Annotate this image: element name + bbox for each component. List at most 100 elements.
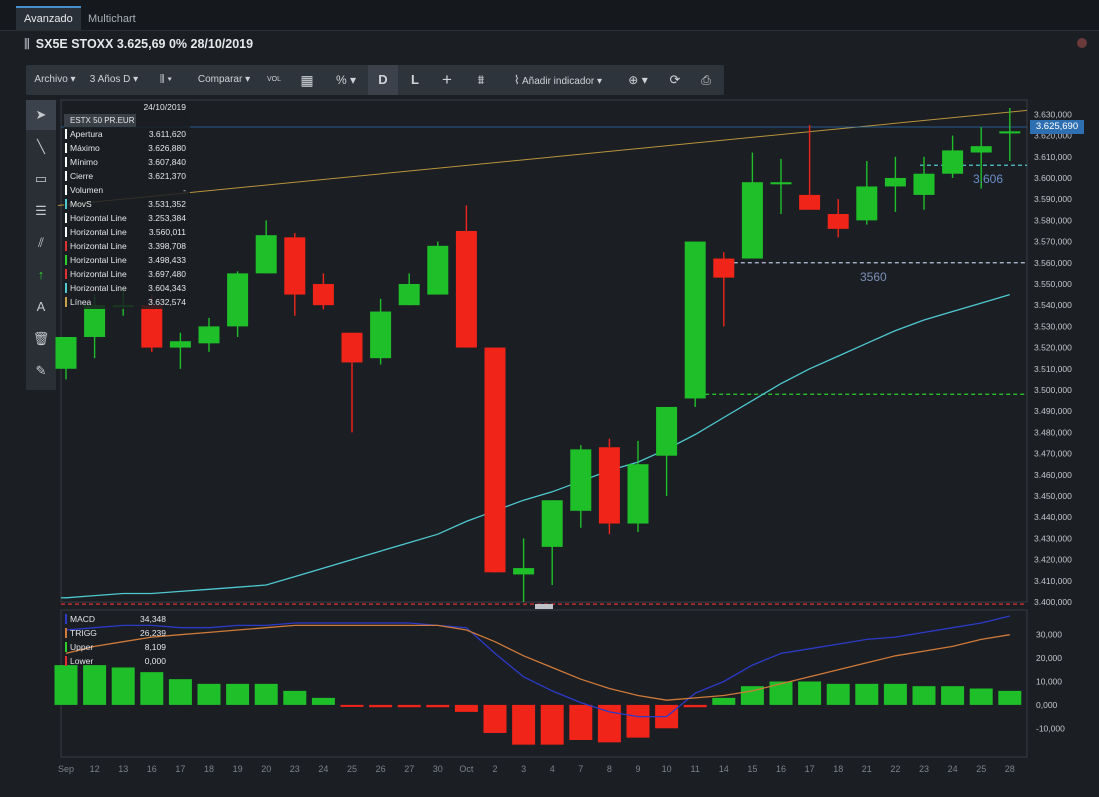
macd-histogram-bar [855,683,879,705]
x-tick-label: 19 [233,764,243,774]
macd-row: Upper 8,109 [64,640,168,654]
y-tick-label: 3.470,000 [1034,449,1072,459]
candle-body [627,464,649,524]
macd-row-label: Upper [70,642,94,652]
pane-splitter-handle [535,604,553,609]
y-tick-label: 3.560,000 [1034,258,1072,268]
macd-histogram-bar [540,704,564,745]
info-row: Horizontal Line 3.398,708 [64,239,190,253]
series-color-swatch [65,171,67,181]
info-row: MovS 3.531,352 [64,197,190,211]
x-tick-label: 23 [290,764,300,774]
y-tick-label: 3.540,000 [1034,300,1072,310]
series-color-swatch [65,185,67,195]
candle-body [913,173,935,195]
info-row-label: Horizontal Line [70,255,127,265]
candle-body [713,258,735,278]
info-row-value: 3.607,840 [148,157,186,167]
y-tick-label: 3.420,000 [1034,555,1072,565]
x-tick-label: 28 [1005,764,1015,774]
series-color-swatch [65,199,67,209]
x-tick-label: Oct [459,764,474,774]
y-tick-label: 3.610,000 [1034,152,1072,162]
info-row-label: Horizontal Line [70,241,127,251]
candle-body [55,336,77,369]
macd-row-value: 8,109 [144,642,166,652]
line-label-3560: 3560 [860,270,887,284]
info-row: Horizontal Line 3.697,480 [64,267,190,281]
x-tick-label: 3 [521,764,526,774]
y-tick-label: 3.450,000 [1034,491,1072,501]
x-tick-label: 23 [919,764,929,774]
candle-body [598,447,620,524]
y-tick-label: 3.580,000 [1034,215,1072,225]
macd-histogram-bar [311,697,335,705]
x-tick-label: 14 [719,764,729,774]
info-row: Mínimo 3.607,840 [64,155,190,169]
info-row-label: Horizontal Line [70,283,127,293]
x-tick-label: 18 [204,764,214,774]
macd-histogram-bar [597,704,621,743]
series-color-swatch [65,614,67,624]
candle-body [656,406,678,456]
x-tick-label: 22 [890,764,900,774]
info-row-label: Volumen [70,185,104,195]
y-tick-label: 3.410,000 [1034,576,1072,586]
candle-body [513,568,535,575]
x-tick-label: 10 [662,764,672,774]
x-tick-label: 16 [776,764,786,774]
macd-histogram-bar [826,683,850,705]
info-row: Volumen - [64,183,190,197]
macd-histogram-bar [340,704,364,707]
candle-body [455,230,477,348]
macd-histogram-bar [941,686,965,705]
x-tick-label: 21 [862,764,872,774]
x-tick-label: 26 [376,764,386,774]
macd-histogram-bar [798,681,822,705]
candle-body [312,283,334,306]
series-color-swatch [65,241,67,251]
macd-histogram-bar [454,704,478,712]
macd-histogram-bar [54,665,78,705]
x-tick-label: 12 [90,764,100,774]
candle-body [970,146,992,153]
macd-histogram-bar [111,667,135,705]
series-color-swatch [65,269,67,279]
macd-row: TRIGG 26,239 [64,626,168,640]
macd-histogram-bar [626,704,650,738]
info-row-label: Cierre [70,171,94,181]
candle-body [799,194,821,210]
x-tick-label: 9 [635,764,640,774]
current-price-label: 3.625,690 [1030,120,1084,134]
info-row-value: 3.498,433 [148,255,186,265]
info-row-label: Máximo [70,143,100,153]
x-tick-label: 7 [578,764,583,774]
candle-body [141,305,163,348]
y-tick-label: 3.480,000 [1034,427,1072,437]
macd-histogram-bar [998,690,1022,705]
candle-body [341,332,363,363]
candle-body [84,305,106,337]
candle-body [284,237,306,295]
candle-body [999,131,1021,134]
y-tick-label: 3.600,000 [1034,173,1072,183]
macd-histogram-bar [254,683,278,705]
info-row-label: Línea [70,297,92,307]
info-date: 24/10/2019 [143,102,186,112]
x-tick-label: 24 [318,764,328,774]
y-tick-label: 3.500,000 [1034,385,1072,395]
info-row-value: 3.398,708 [148,241,186,251]
info-row-value: 3.560,011 [148,227,186,237]
candle-body [370,311,392,359]
info-symbol: ESTX 50 PR.EUR [64,114,136,127]
candle-body [770,182,792,185]
info-row: Máximo 3.626,880 [64,141,190,155]
macd-histogram-bar [512,704,536,745]
macd-y-tick-label: 0,000 [1036,700,1058,710]
series-color-swatch [65,143,67,153]
x-tick-label: 8 [607,764,612,774]
series-color-swatch [65,157,67,167]
x-tick-label: 18 [833,764,843,774]
y-tick-label: 3.490,000 [1034,406,1072,416]
info-row: Horizontal Line 3.253,384 [64,211,190,225]
